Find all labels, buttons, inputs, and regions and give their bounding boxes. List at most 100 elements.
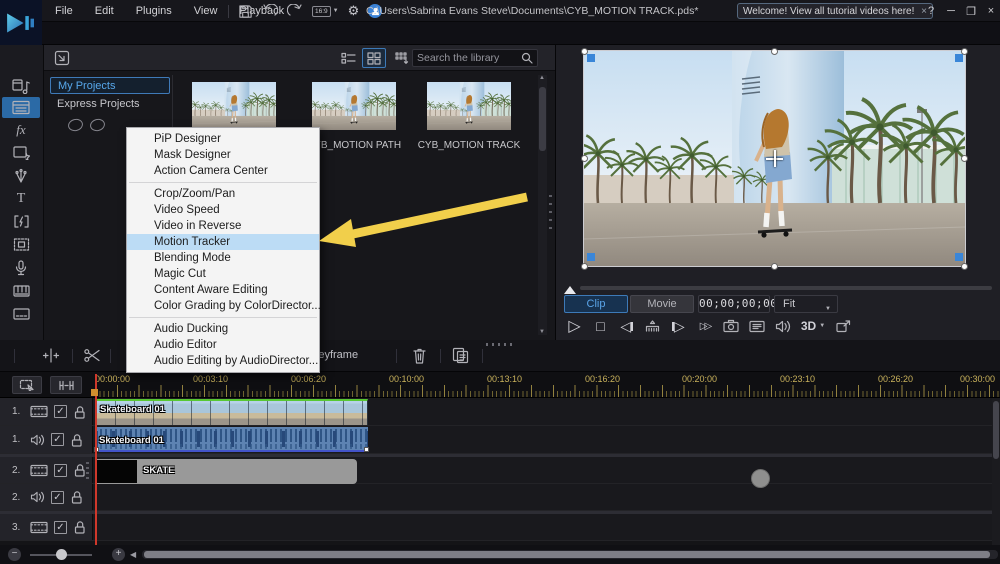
video-clip-skateboard[interactable]: Skateboard 01 bbox=[95, 399, 368, 425]
scrollbar-thumb[interactable] bbox=[144, 551, 990, 558]
corner-rotate-icon[interactable] bbox=[955, 54, 963, 62]
unlock-icon[interactable] bbox=[73, 405, 86, 419]
tutorial-notification[interactable]: Welcome! View all tutorial videos here! … bbox=[737, 3, 933, 19]
selection-handle[interactable] bbox=[961, 155, 968, 162]
menu-item-mask-designer[interactable]: Mask Designer bbox=[127, 147, 319, 163]
unlock-icon[interactable] bbox=[73, 520, 86, 534]
menu-item-content-aware-editing[interactable]: Content Aware Editing bbox=[127, 282, 319, 298]
enable-track-checkbox[interactable]: ✓ bbox=[51, 491, 64, 504]
unlock-icon[interactable] bbox=[73, 463, 86, 477]
delete-trash-icon[interactable] bbox=[412, 347, 427, 364]
settings-gear-icon[interactable]: ⚙ bbox=[348, 3, 360, 19]
enable-track-checkbox[interactable]: ✓ bbox=[54, 464, 67, 477]
minimize-button[interactable]: ─ bbox=[944, 5, 958, 17]
preview-seekbar[interactable] bbox=[580, 286, 992, 290]
project-thumbnail-2[interactable] bbox=[312, 82, 396, 130]
sort-options-button[interactable] bbox=[390, 48, 414, 68]
menu-view[interactable]: View bbox=[183, 0, 229, 22]
corner-rotate-icon[interactable] bbox=[587, 54, 595, 62]
keyframe-room-icon[interactable] bbox=[2, 234, 40, 255]
clip-end-handle[interactable] bbox=[364, 447, 369, 452]
close-button[interactable]: × bbox=[984, 5, 998, 17]
menu-item-pip-designer[interactable]: PiP Designer bbox=[127, 131, 319, 147]
title-room-icon[interactable]: T bbox=[2, 188, 40, 209]
zoom-fit-dropdown[interactable]: Fit▼ bbox=[774, 295, 838, 313]
fast-forward-button[interactable]: ▷▷ bbox=[694, 316, 715, 336]
stop-button[interactable]: □ bbox=[590, 316, 611, 336]
menu-file[interactable]: File bbox=[44, 0, 84, 22]
menu-item-video-in-reverse[interactable]: Video in Reverse bbox=[127, 218, 319, 234]
menu-item-video-speed[interactable]: Video Speed bbox=[127, 202, 319, 218]
timecode-display[interactable]: 00;00;00;00 bbox=[698, 295, 770, 313]
undock-preview-button[interactable] bbox=[833, 316, 854, 336]
enable-track-checkbox[interactable]: ✓ bbox=[54, 521, 67, 534]
menu-edit[interactable]: Edit bbox=[84, 0, 125, 22]
effect-room-icon[interactable]: fx bbox=[2, 119, 40, 140]
zoom-slider-thumb[interactable] bbox=[56, 549, 67, 560]
import-media-icon[interactable] bbox=[54, 50, 70, 66]
subtitle-room-icon[interactable] bbox=[2, 303, 40, 324]
menu-item-audio-ducking[interactable]: Audio Ducking bbox=[127, 321, 319, 337]
seek-marker-icon[interactable] bbox=[564, 280, 576, 294]
list-view-button[interactable] bbox=[336, 48, 360, 68]
library-scrollbar[interactable]: ▲ ▼ bbox=[538, 75, 547, 335]
search-input[interactable] bbox=[417, 52, 521, 64]
scroll-down-icon[interactable]: ▼ bbox=[539, 329, 545, 335]
menu-item-audio-editor[interactable]: Audio Editor bbox=[127, 337, 319, 353]
playhead-grip[interactable] bbox=[91, 389, 98, 396]
pip-objects-room-icon[interactable] bbox=[2, 142, 40, 163]
previous-frame-button[interactable]: ◁ bbox=[616, 316, 637, 336]
split-scissors-icon[interactable] bbox=[84, 348, 100, 363]
particle-room-icon[interactable] bbox=[2, 165, 40, 186]
movie-mode-button[interactable]: Movie bbox=[630, 295, 694, 313]
preview-quality-button[interactable] bbox=[746, 316, 767, 336]
tab-my-projects[interactable]: My Projects bbox=[50, 77, 170, 94]
panel-resize-handle[interactable] bbox=[486, 343, 514, 346]
unlock-icon[interactable] bbox=[70, 433, 83, 447]
title-clip-skate[interactable]: SKATE bbox=[95, 459, 357, 484]
project-thumbnail-1[interactable] bbox=[192, 82, 276, 130]
menu-item-magic-cut[interactable]: Magic Cut bbox=[127, 266, 319, 282]
project-room-icon[interactable] bbox=[2, 97, 40, 118]
range-select-button[interactable] bbox=[12, 376, 42, 394]
selection-handle[interactable] bbox=[961, 263, 968, 270]
timeline-horizontal-scrollbar[interactable] bbox=[142, 550, 998, 559]
enable-track-checkbox[interactable]: ✓ bbox=[51, 433, 64, 446]
track-collapse-handle[interactable] bbox=[86, 462, 89, 480]
redo-icon[interactable] bbox=[287, 4, 303, 18]
media-room-icon[interactable] bbox=[2, 75, 40, 96]
menu-item-color-grading[interactable]: Color Grading by ColorDirector... bbox=[127, 298, 319, 314]
timeline-vertical-scrollbar[interactable] bbox=[992, 398, 1000, 545]
snap-align-icon[interactable] bbox=[42, 348, 60, 363]
selection-handle[interactable] bbox=[771, 48, 778, 55]
voiceover-room-icon[interactable] bbox=[2, 257, 40, 278]
tab-express-projects[interactable]: Express Projects bbox=[50, 96, 170, 113]
next-frame-button[interactable]: ▷ bbox=[668, 316, 689, 336]
transition-room-icon[interactable] bbox=[2, 211, 40, 232]
playhead[interactable] bbox=[95, 374, 97, 545]
restore-button[interactable]: ❐ bbox=[964, 5, 978, 18]
search-icon[interactable] bbox=[521, 52, 533, 64]
timeline-ruler[interactable]: 00:00:00 00:03:10 00:06:20 00:10:00 00:1… bbox=[0, 372, 1000, 398]
aspect-ratio-dropdown[interactable]: 16:9▼ bbox=[312, 6, 339, 17]
volume-button[interactable] bbox=[772, 316, 793, 336]
scrollbar-thumb[interactable] bbox=[993, 401, 999, 459]
selection-handle[interactable] bbox=[581, 155, 588, 162]
menu-item-action-camera-center[interactable]: Action Camera Center bbox=[127, 163, 319, 179]
track-height-button[interactable] bbox=[50, 376, 82, 394]
corner-rotate-icon[interactable] bbox=[587, 253, 595, 261]
selection-handle[interactable] bbox=[581, 48, 588, 55]
crosshair-icon[interactable] bbox=[766, 150, 783, 167]
jog-button[interactable] bbox=[642, 316, 663, 336]
scrollbar-thumb[interactable] bbox=[539, 87, 546, 151]
panel-splitter[interactable] bbox=[549, 195, 552, 235]
selection-handle[interactable] bbox=[771, 263, 778, 270]
extract-notes-icon[interactable] bbox=[452, 347, 469, 364]
corner-rotate-icon[interactable] bbox=[955, 253, 963, 261]
menu-item-motion-tracker[interactable]: Motion Tracker bbox=[127, 234, 319, 250]
scroll-up-icon[interactable]: ▲ bbox=[539, 75, 545, 81]
snapshot-button[interactable] bbox=[720, 316, 741, 336]
project-thumbnail-3[interactable] bbox=[427, 82, 511, 130]
enable-track-checkbox[interactable]: ✓ bbox=[54, 405, 67, 418]
grid-view-button[interactable] bbox=[362, 48, 386, 68]
